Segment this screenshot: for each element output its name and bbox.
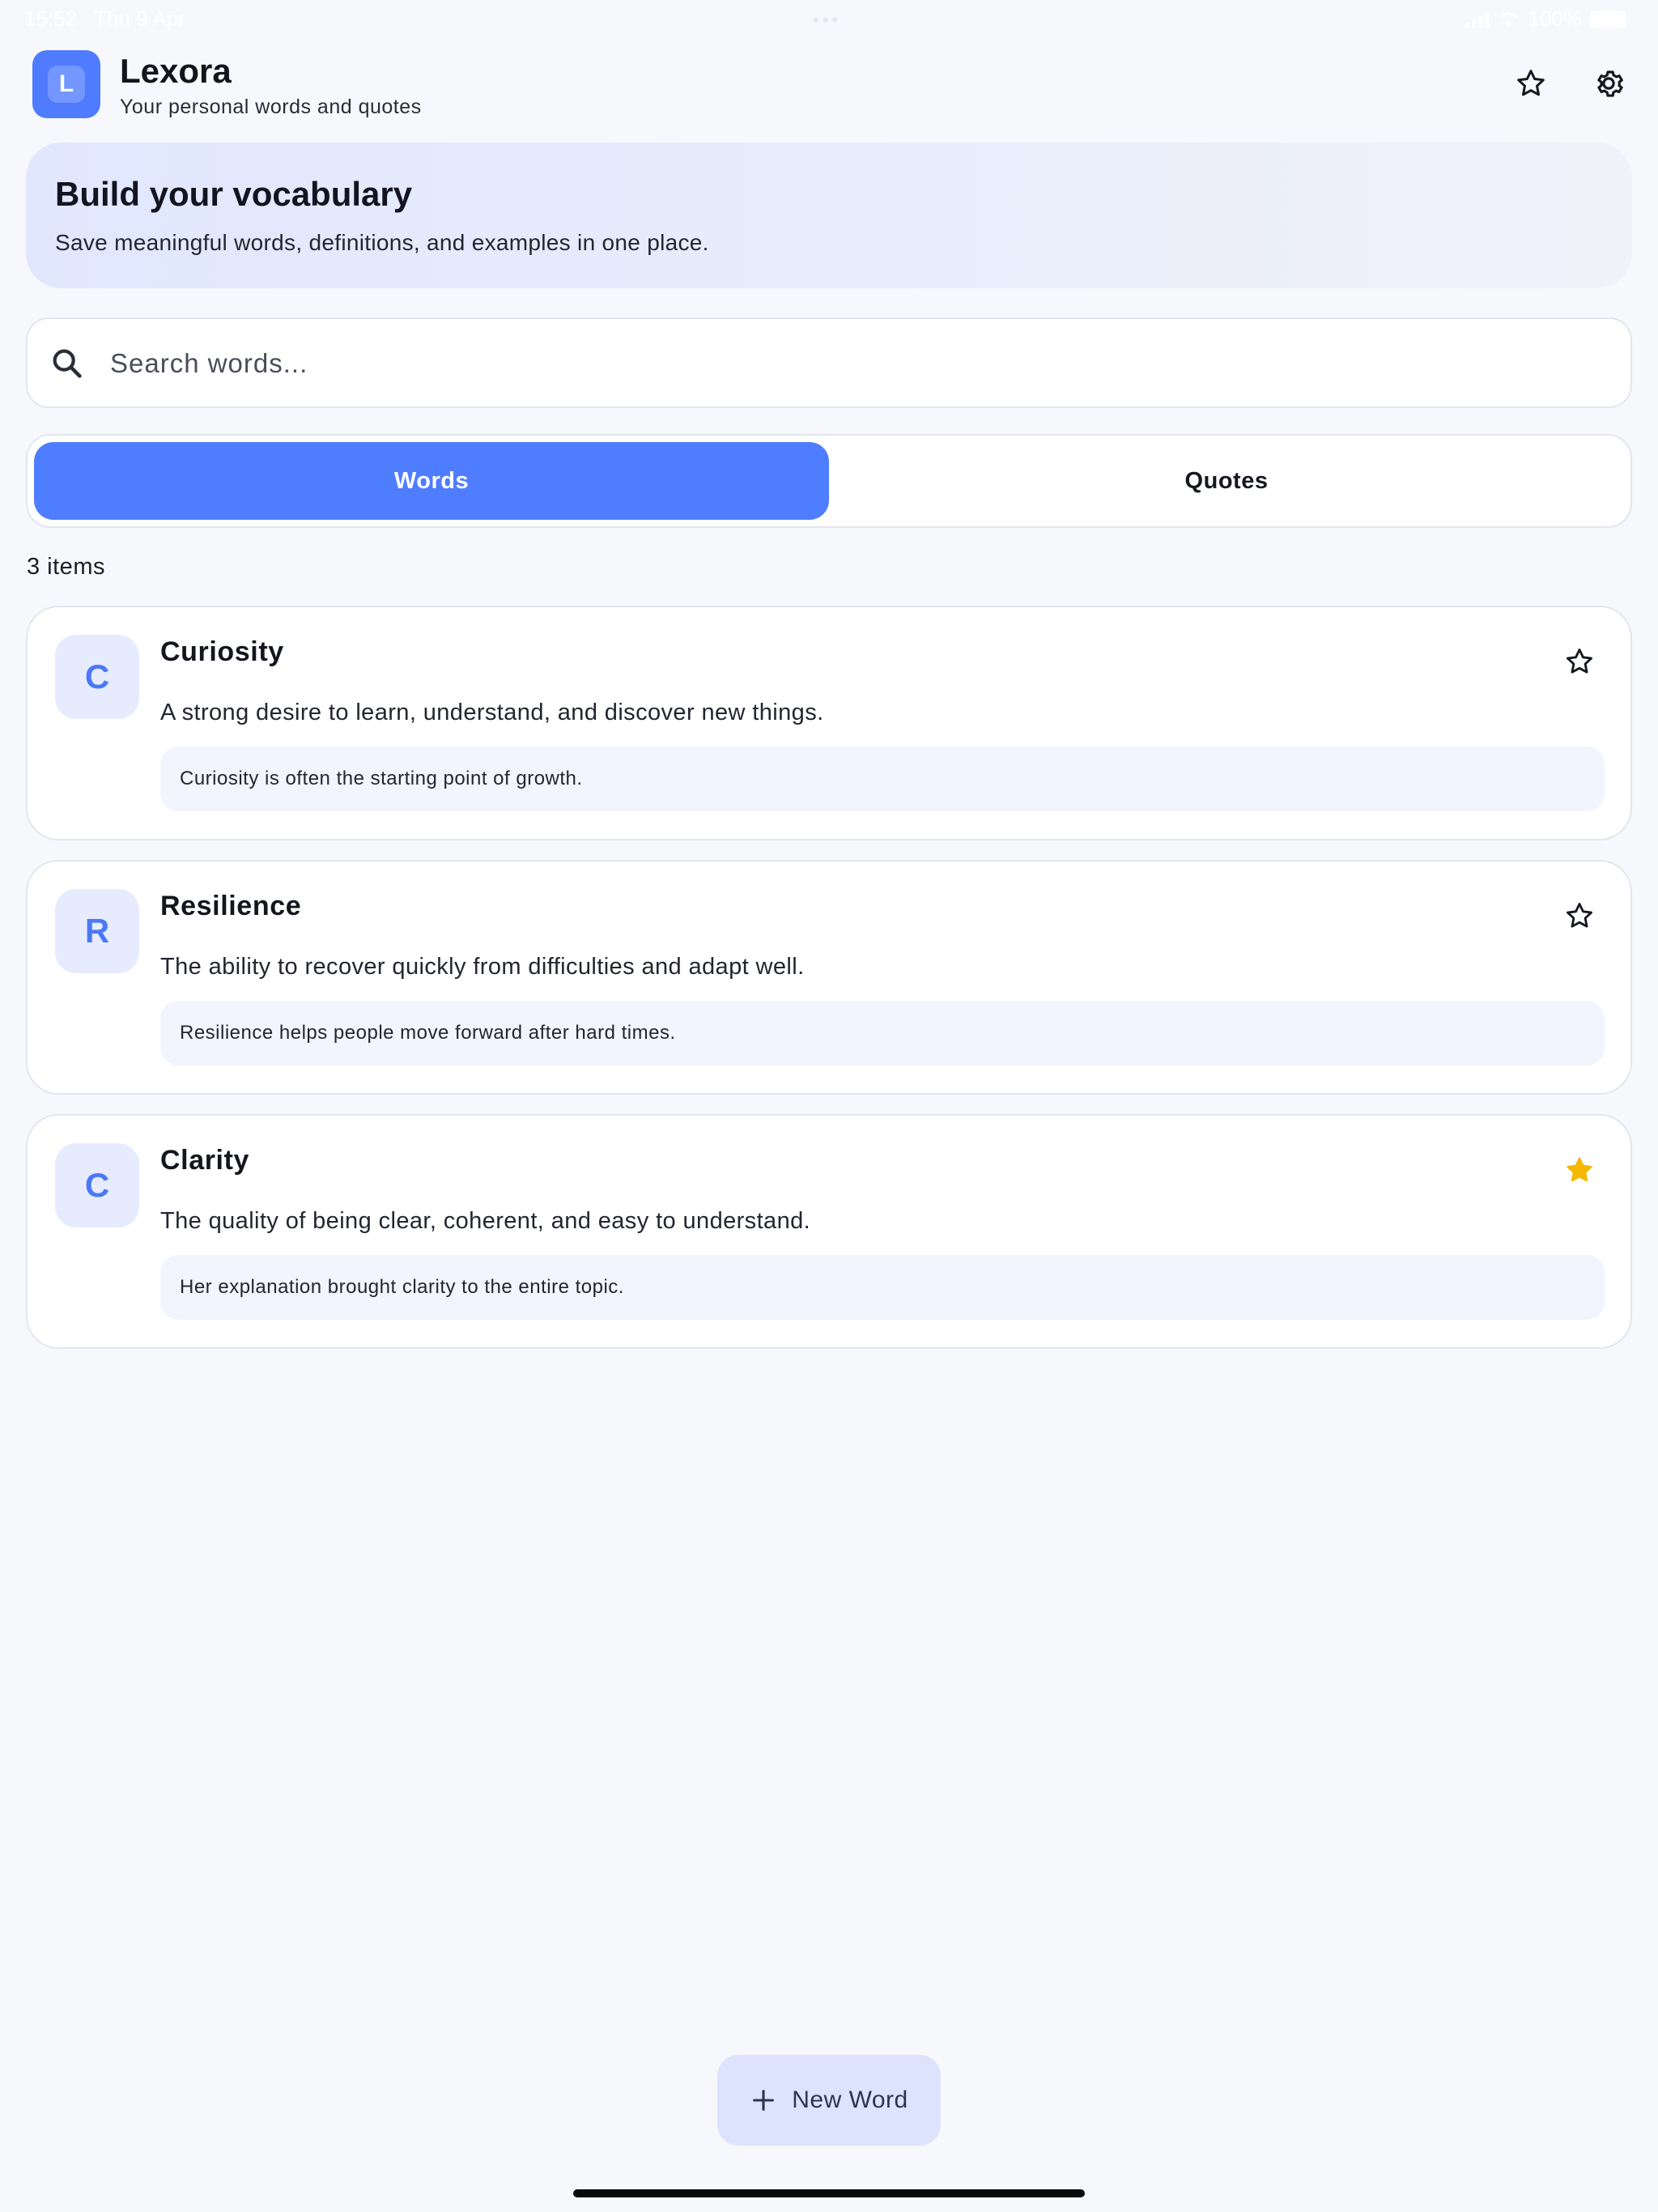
- tab-quotes[interactable]: Quotes: [829, 442, 1624, 520]
- favorites-button[interactable]: [1511, 63, 1551, 104]
- word-title: Resilience: [160, 891, 302, 921]
- word-card[interactable]: C Clarity The quality of being clear, co…: [26, 1114, 1632, 1349]
- status-indicators: 100%: [1465, 6, 1626, 32]
- app-logo-letter: L: [48, 66, 85, 103]
- word-definition: A strong desire to learn, understand, an…: [160, 700, 824, 725]
- hero-banner: Build your vocabulary Save meaningful wo…: [26, 143, 1632, 288]
- word-title: Curiosity: [160, 636, 284, 667]
- hero-title: Build your vocabulary: [55, 175, 413, 213]
- star-outline-icon: [1517, 70, 1545, 96]
- status-time: 15:52 Thu 9 Apr: [24, 6, 185, 32]
- home-indicator[interactable]: [573, 2189, 1085, 2197]
- search-input[interactable]: [110, 337, 1600, 390]
- app-title: Lexora: [120, 52, 232, 90]
- battery-icon: [1590, 10, 1626, 28]
- tab-words[interactable]: Words: [34, 442, 829, 520]
- word-definition: The ability to recover quickly from diff…: [160, 954, 805, 980]
- favorite-toggle[interactable]: [1561, 643, 1598, 680]
- word-initial-avatar: C: [55, 635, 139, 719]
- star-filled-icon: [1567, 1157, 1592, 1182]
- word-initial-avatar: R: [55, 889, 139, 973]
- multitasking-dots-icon[interactable]: •••: [813, 10, 841, 31]
- search-icon: [53, 349, 82, 378]
- word-definition: The quality of being clear, coherent, an…: [160, 1208, 811, 1234]
- battery-percent: 100%: [1528, 6, 1583, 31]
- hero-subtitle: Save meaningful words, definitions, and …: [55, 230, 709, 255]
- favorite-toggle[interactable]: [1561, 1151, 1598, 1189]
- plus-icon: [753, 2090, 775, 2111]
- word-example: Curiosity is often the starting point of…: [160, 747, 1605, 811]
- status-clock: 15:52: [24, 6, 78, 31]
- search-bar: [26, 317, 1632, 408]
- new-word-button[interactable]: New Word: [717, 2055, 941, 2146]
- app-screen: 15:52 Thu 9 Apr ••• 100% L Lexora Your p…: [0, 0, 1658, 2212]
- word-title: Clarity: [160, 1145, 250, 1176]
- app-logo: L: [32, 50, 100, 118]
- word-example: Her explanation brought clarity to the e…: [160, 1255, 1605, 1320]
- favorite-toggle[interactable]: [1561, 897, 1598, 934]
- word-example: Resilience helps people move forward aft…: [160, 1001, 1605, 1066]
- star-outline-icon: [1567, 649, 1592, 674]
- word-card[interactable]: C Curiosity A strong desire to learn, un…: [26, 606, 1632, 840]
- word-initial-avatar: C: [55, 1143, 139, 1227]
- star-outline-icon: [1567, 903, 1592, 928]
- cellular-icon: [1465, 12, 1489, 28]
- gear-icon: [1597, 70, 1623, 97]
- new-word-label: New Word: [792, 2087, 908, 2113]
- app-subtitle: Your personal words and quotes: [120, 96, 422, 118]
- status-bar: 15:52 Thu 9 Apr ••• 100%: [0, 0, 1658, 39]
- status-date: Thu 9 Apr: [94, 6, 186, 31]
- word-list: C Curiosity A strong desire to learn, un…: [26, 606, 1632, 1368]
- segmented-tabs: Words Quotes: [26, 434, 1632, 528]
- word-card[interactable]: R Resilience The ability to recover quic…: [26, 860, 1632, 1095]
- wifi-icon: [1499, 12, 1518, 26]
- items-count: 3 items: [27, 554, 105, 580]
- app-header: L Lexora Your personal words and quotes: [31, 49, 1627, 121]
- settings-button[interactable]: [1588, 63, 1629, 104]
